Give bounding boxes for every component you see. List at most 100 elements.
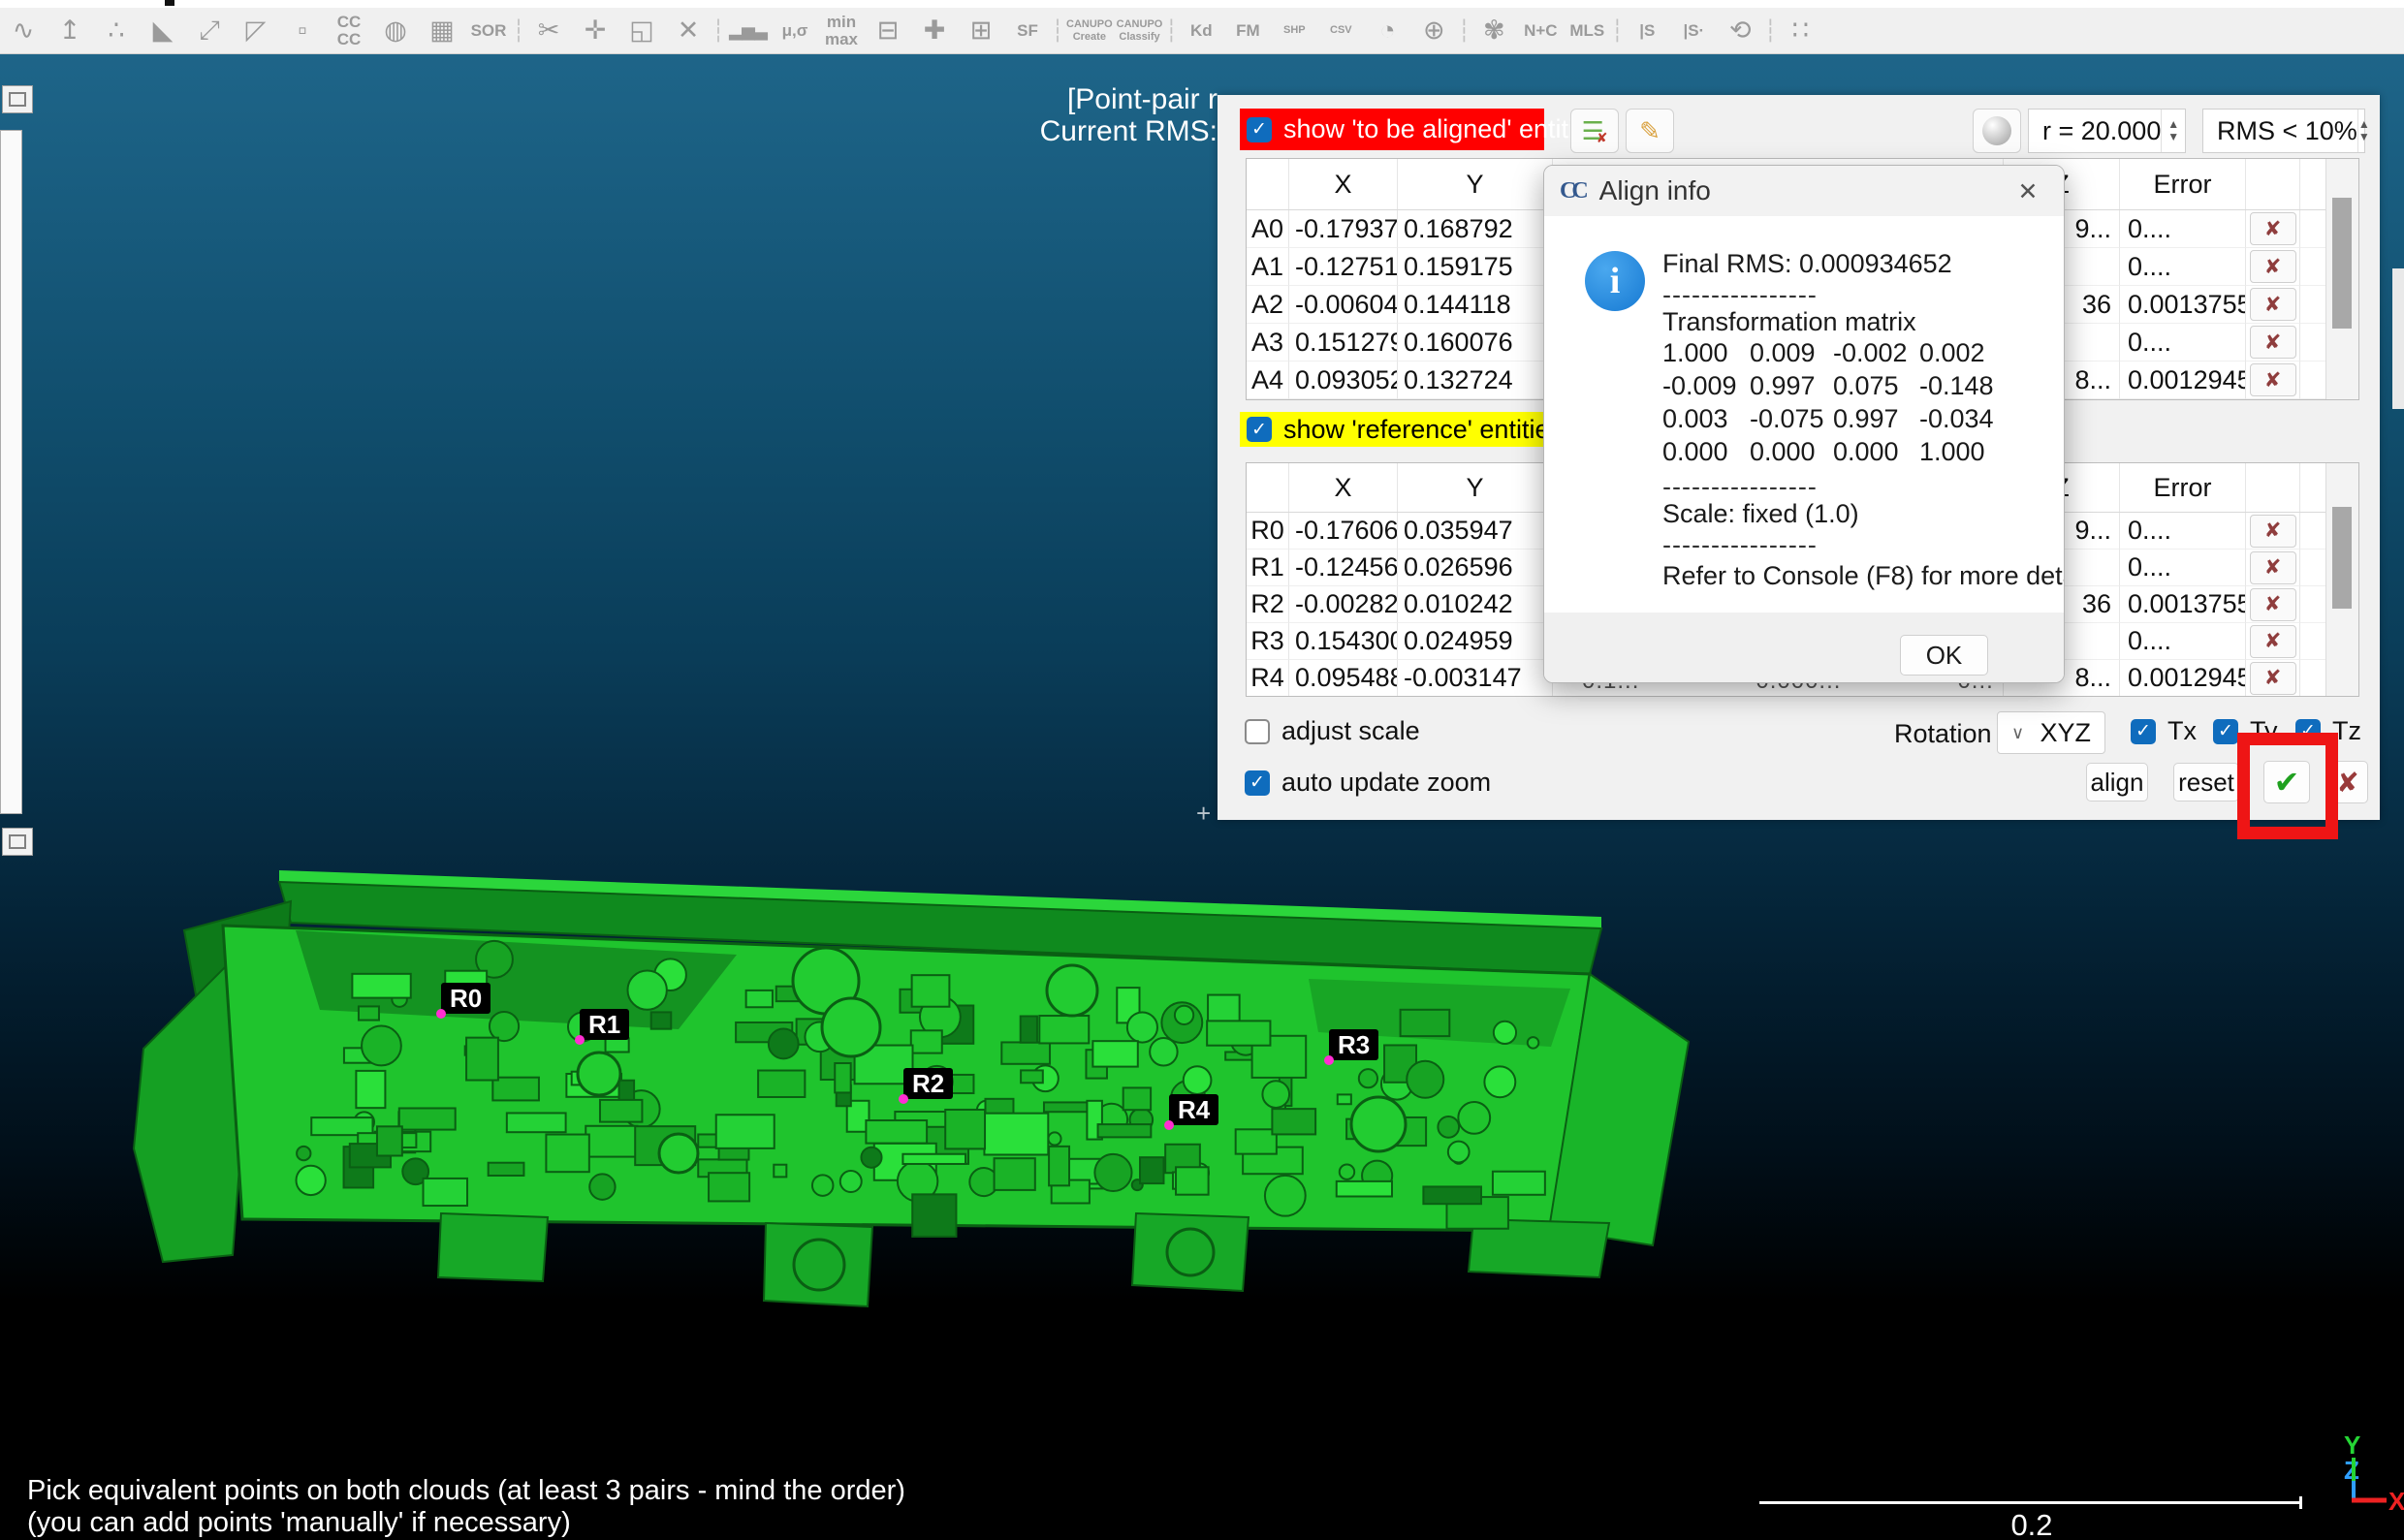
m3c2-icon[interactable]: ∷ xyxy=(1779,11,1821,51)
adjust-scale-option[interactable]: adjust scale xyxy=(1245,716,1420,746)
sf-colorscale-icon[interactable]: SF xyxy=(1006,11,1049,51)
point-label-r1[interactable]: R1 xyxy=(580,1009,629,1040)
dialog-title-bar[interactable]: CC Align info xyxy=(1544,166,2064,216)
delete-point-pair-button[interactable]: ✘ xyxy=(2250,212,2296,245)
translate-rotate-icon[interactable]: ✛ xyxy=(574,11,617,51)
matrix-cell: 1.000 xyxy=(1919,437,1997,470)
scrollbar-thumb[interactable] xyxy=(2332,507,2352,609)
dock-tab-bottom[interactable] xyxy=(2,828,33,856)
point-cloud-icon[interactable]: ∴ xyxy=(95,11,138,51)
collapsed-dock-panel[interactable] xyxy=(0,130,22,814)
auto-update-zoom-checkbox[interactable]: ✓ xyxy=(1245,770,1270,796)
checkerboard-icon[interactable]: ▦ xyxy=(421,11,463,51)
reset-button[interactable]: reset xyxy=(2173,763,2239,801)
shp-file-icon[interactable]: SHP xyxy=(1273,11,1315,51)
radius-spin-arrows[interactable]: ▲▼ xyxy=(2161,110,2185,152)
scrollbar-thumb[interactable] xyxy=(2332,198,2352,329)
canupo-classify-icon[interactable]: CANUPO Classify xyxy=(1117,11,1163,51)
normals-compute-icon[interactable]: N+C xyxy=(1519,11,1562,51)
sphere-icon xyxy=(1982,116,2011,145)
pencil-edit-button[interactable]: ✎ xyxy=(1626,109,1674,153)
delete-point-pair-button[interactable]: ✘ xyxy=(2250,662,2296,695)
rms-threshold-spinbox[interactable]: RMS < 10% ▲▼ xyxy=(2202,109,2365,153)
sf-add-icon[interactable]: ✚ xyxy=(913,11,956,51)
sphere-render-icon[interactable]: ◔ xyxy=(1366,11,1408,51)
point-label-r4[interactable]: R4 xyxy=(1169,1094,1218,1125)
filler-cell xyxy=(2300,286,2325,324)
delete-point-pair-button[interactable]: ✘ xyxy=(2250,326,2296,359)
puzzle-plugin-icon[interactable]: ✾ xyxy=(1472,11,1515,51)
kd-tree-icon[interactable]: Kd xyxy=(1180,11,1222,51)
sor-filter-icon[interactable]: SOR xyxy=(467,11,510,51)
gaussian-filter-icon[interactable]: μ,σ xyxy=(774,11,816,51)
spline-fit-icon[interactable]: |S xyxy=(1626,11,1668,51)
ok-button[interactable]: OK xyxy=(1900,635,1988,676)
sf-delete-icon[interactable]: ⊟ xyxy=(867,11,909,51)
sf-minmax-filter-icon[interactable]: min max xyxy=(820,11,863,51)
db-delete-x-icon: ✘ xyxy=(1597,130,1608,146)
row-label: A4 xyxy=(1247,361,1289,399)
spline-sample-icon[interactable]: |S· xyxy=(1672,11,1715,51)
ty-checkbox[interactable]: ✓ xyxy=(2213,719,2238,744)
point-label-r2[interactable]: R2 xyxy=(903,1068,953,1099)
scissors-segment-icon[interactable]: ✂ xyxy=(527,11,570,51)
histogram-icon[interactable]: ▂▅▃ xyxy=(727,11,770,51)
point-label-r3[interactable]: R3 xyxy=(1329,1029,1378,1060)
show-aligned-checkbox[interactable]: ✓ xyxy=(1247,117,1272,142)
closest-point-set-icon[interactable]: ▫ xyxy=(281,11,324,51)
cross-section-icon[interactable]: ✕ xyxy=(667,11,710,51)
cell-y: 0.168792 xyxy=(1398,210,1553,248)
mesh-delaunay-icon[interactable]: ◣ xyxy=(142,11,184,51)
auto-update-zoom-option[interactable]: ✓ auto update zoom xyxy=(1245,768,1491,798)
matrix-cell: 1.000 xyxy=(1662,338,1750,371)
align-button[interactable]: align xyxy=(2086,763,2148,801)
mls-smoothing-icon[interactable]: MLS xyxy=(1566,11,1608,51)
delete-db-entry-button[interactable]: ☰ ✘ xyxy=(1570,109,1619,153)
dock-tab-top[interactable] xyxy=(2,85,33,113)
toolbar-separator: ┆ xyxy=(1610,12,1624,50)
globe-icon[interactable]: ⊕ xyxy=(1412,11,1455,51)
size-grip[interactable]: + xyxy=(1196,799,1211,829)
tx-option[interactable]: ✓ Tx xyxy=(2131,716,2197,746)
csv-file-icon[interactable]: CSV xyxy=(1319,11,1362,51)
point-picking-icon[interactable]: ↥ xyxy=(48,11,91,51)
transformation-matrix: 1.0000.009-0.0020.002-0.0090.9970.075-0.… xyxy=(1662,338,1997,470)
cc-plugin-icon[interactable]: CC CC xyxy=(328,11,370,51)
show-reference-checkbox[interactable]: ✓ xyxy=(1247,417,1272,442)
delete-point-pair-button[interactable]: ✘ xyxy=(2250,625,2296,658)
delete-point-pair-button[interactable]: ✘ xyxy=(2250,588,2296,621)
clipping-box-icon[interactable]: ◱ xyxy=(620,11,663,51)
matrix-cell: -0.075 xyxy=(1750,404,1833,437)
cell-delete: ✘ xyxy=(2246,210,2300,248)
adjust-scale-checkbox[interactable] xyxy=(1245,719,1270,744)
row-label: R1 xyxy=(1247,550,1289,586)
sphere-picking-button[interactable] xyxy=(1973,109,2021,153)
delete-point-pair-button[interactable]: ✘ xyxy=(2250,250,2296,283)
radius-spinbox[interactable]: r = 20.000 ▲▼ xyxy=(2028,109,2186,153)
axis-x-label: X xyxy=(2388,1487,2404,1516)
sf-calculator-icon[interactable]: ⊞ xyxy=(960,11,1002,51)
delete-point-pair-button[interactable]: ✘ xyxy=(2250,551,2296,584)
rms-spin-arrows[interactable]: ▲▼ xyxy=(2357,110,2370,152)
fm-icon[interactable]: FM xyxy=(1226,11,1269,51)
point-label-r0[interactable]: R0 xyxy=(441,983,490,1014)
cloud-mesh-distance-icon[interactable]: ◸ xyxy=(235,11,277,51)
delete-point-pair-button[interactable]: ✘ xyxy=(2250,288,2296,321)
cell-x: -0.127512 xyxy=(1289,248,1398,286)
canupo-create-icon[interactable]: CANUPO Create xyxy=(1066,11,1113,51)
export-transform-icon[interactable]: ⟲ xyxy=(1719,11,1761,51)
point-marker-icon xyxy=(1324,1055,1334,1065)
delete-point-pair-button[interactable]: ✘ xyxy=(2250,363,2296,396)
reference-table-scrollbar[interactable] xyxy=(2325,463,2358,696)
tx-checkbox[interactable]: ✓ xyxy=(2131,719,2156,744)
cloud-cloud-distance-icon[interactable]: ⤢ xyxy=(188,11,231,51)
delete-point-pair-button[interactable]: ✘ xyxy=(2250,515,2296,548)
trace-polyline-icon[interactable]: ∿ xyxy=(2,11,45,51)
primitive-factory-icon[interactable]: ◍ xyxy=(374,11,417,51)
menu-strip xyxy=(0,0,2404,8)
aligned-table-scrollbar[interactable] xyxy=(2325,159,2358,399)
toolbar-separator: ┆ xyxy=(1164,12,1178,50)
dialog-close-button[interactable]: ✕ xyxy=(2011,175,2044,208)
final-rms-text: Final RMS: 0.000934652 xyxy=(1662,249,1952,279)
rotation-dropdown[interactable]: ∨ XYZ xyxy=(1997,711,2105,754)
